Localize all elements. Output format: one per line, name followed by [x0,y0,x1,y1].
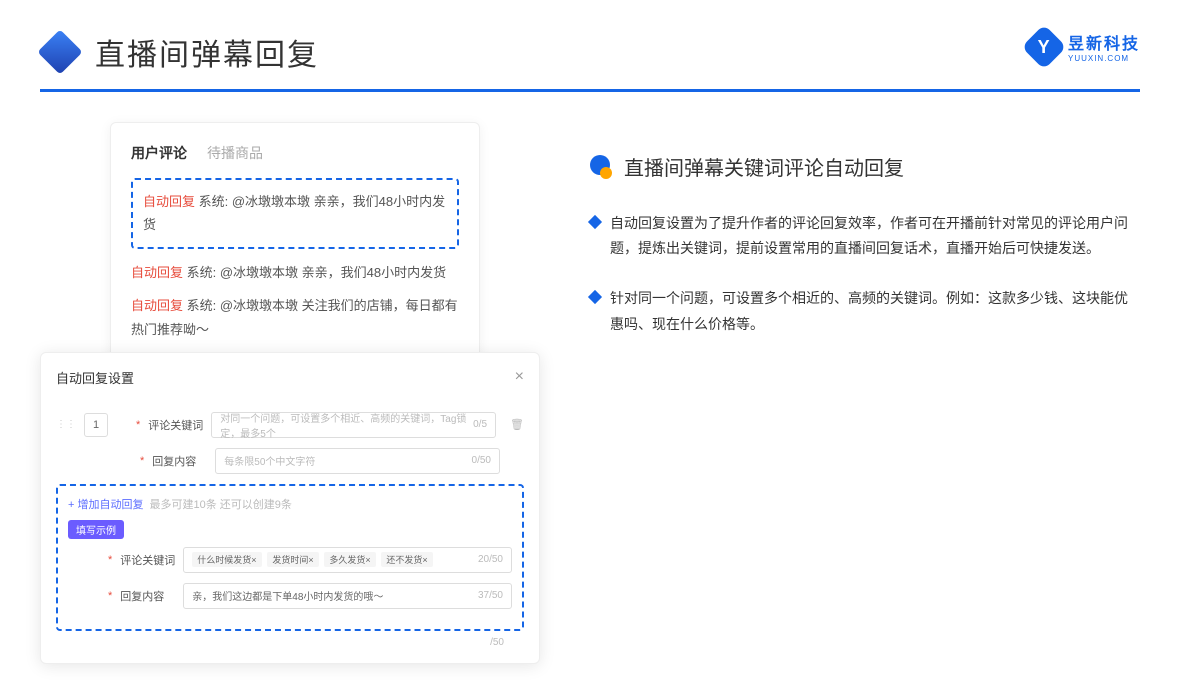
ex-keyword-label: 评论关键词 [120,552,175,568]
comment-item: 自动回复 系统: @冰墩墩本墩 亲亲，我们48小时内发货 [131,261,459,284]
index-badge: 1 [84,413,108,437]
highlighted-comment: 自动回复 系统: @冰墩墩本墩 亲亲，我们48小时内发货 [131,178,459,249]
add-reply-link[interactable]: + 增加自动回复 [68,496,143,512]
keyword-chip[interactable]: 什么时候发货× [192,552,261,567]
content-input[interactable]: 每条限50个中文字符0/50 [215,448,500,474]
brand-name: 昱新科技 [1068,30,1140,54]
modal-title: 自动回复设置 [56,368,134,387]
auto-reply-settings-modal: 自动回复设置 × ⋮⋮ 1 * 评论关键词 对同一个问题，可设置多个相近、高频的… [40,352,540,664]
ex-content-label: 回复内容 [120,588,175,604]
brand-url: YUUXIN.COM [1068,54,1140,63]
bullet-item: 针对同一个问题，可设置多个相近的、高频的关键词。例如：这款多少钱、这块能优惠吗、… [590,286,1140,336]
add-hint: 最多可建10条 还可以创建9条 [149,496,291,512]
footer-counter: /50 [56,637,524,648]
keyword-label: 评论关键词 [148,417,203,433]
section-header: 直播间弹幕关键词评论自动回复 [590,152,1140,181]
tab-user-comments[interactable]: 用户评论 [131,143,187,163]
auto-reply-tag: 自动回复 [143,194,195,209]
required-mark: * [136,419,140,431]
keyword-chip[interactable]: 发货时间× [267,552,318,567]
section-title: 直播间弹幕关键词评论自动回复 [624,152,904,181]
keyword-input[interactable]: 对同一个问题，可设置多个相近、高频的关键词，Tag锁定，最多5个0/5 [211,412,496,438]
bubble-icon [590,155,614,179]
example-section: + 增加自动回复 最多可建10条 还可以创建9条 填写示例 * 评论关键词 什么… [56,484,524,631]
page-title: 直播间弹幕回复 [95,30,319,74]
cube-icon [40,32,80,72]
tab-pending-goods[interactable]: 待播商品 [207,143,263,163]
comment-item: 自动回复 系统: @冰墩墩本墩 关注我们的店铺，每日都有热门推荐呦～ [131,294,459,341]
bullet-text: 自动回复设置为了提升作者的评论回复效率，作者可在开播前针对常见的评论用户问题，提… [610,211,1140,261]
ex-content-input[interactable]: 亲，我们这边都是下单48小时内发货的哦～37/50 [183,583,512,609]
keyword-chip[interactable]: 还不发货× [381,552,432,567]
delete-icon[interactable]: 🗑 [510,418,524,431]
drag-handle-icon[interactable]: ⋮⋮ [56,419,76,430]
content-label: 回复内容 [152,453,207,469]
bullet-item: 自动回复设置为了提升作者的评论回复效率，作者可在开播前针对常见的评论用户问题，提… [590,211,1140,261]
close-icon[interactable]: × [515,368,524,386]
bullet-text: 针对同一个问题，可设置多个相近的、高频的关键词。例如：这款多少钱、这块能优惠吗、… [610,286,1140,336]
keyword-chip[interactable]: 多久发货× [324,552,375,567]
brand-icon: Y [1021,24,1066,69]
ex-keyword-input[interactable]: 什么时候发货× 发货时间× 多久发货× 还不发货× 20/50 [183,547,512,573]
brand-logo: Y 昱新科技 YUUXIN.COM [1028,30,1140,63]
example-tag: 填写示例 [68,520,124,539]
comments-panel: 用户评论 待播商品 自动回复 系统: @冰墩墩本墩 亲亲，我们48小时内发货 自… [110,122,480,362]
diamond-icon [588,290,602,304]
diamond-icon [588,215,602,229]
page-header: 直播间弹幕回复 [0,0,1180,89]
